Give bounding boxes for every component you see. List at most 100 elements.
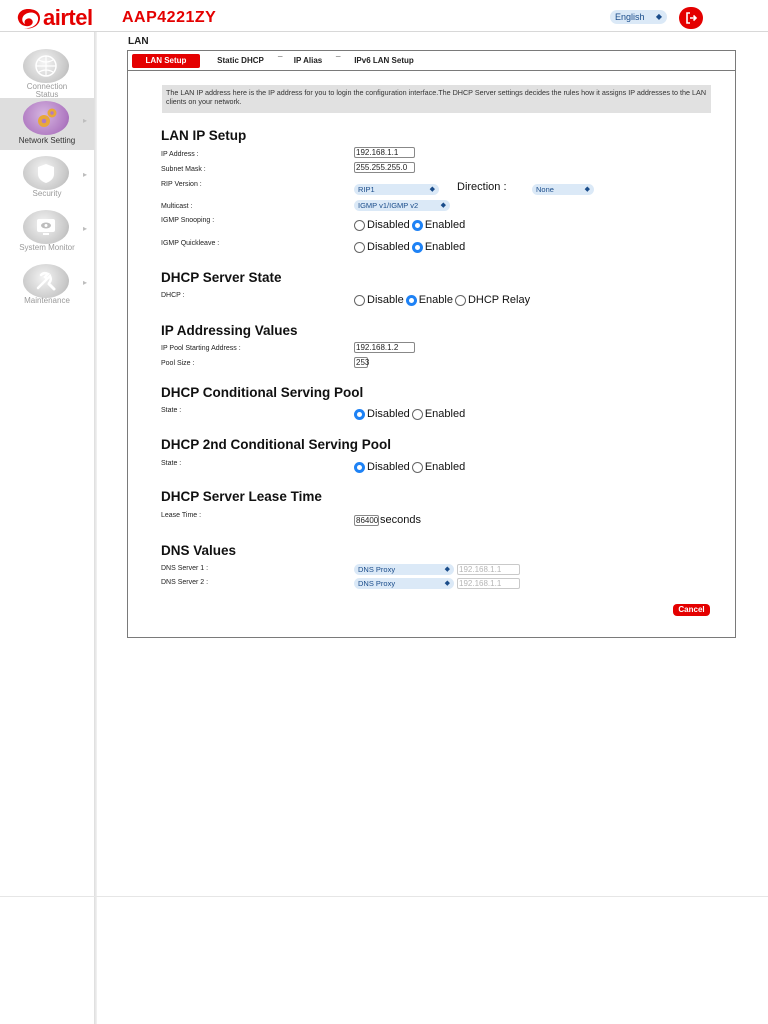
device-model: AAP4221ZY: [122, 9, 217, 26]
dhcp-disable-radio[interactable]: [354, 294, 365, 306]
shield-icon: [23, 156, 69, 190]
dns1-address-input[interactable]: 192.168.1.1: [457, 564, 520, 575]
igmp-quickleave-enabled-radio[interactable]: [411, 241, 423, 253]
page-title: LAN: [128, 36, 149, 47]
chevron-updown-icon: ◆: [440, 202, 446, 209]
radio-label: Disabled: [367, 461, 410, 473]
section-heading: DNS Values: [161, 543, 237, 558]
dns1-mode-value: DNS Proxy: [358, 565, 396, 574]
chevron-right-icon: ▸: [83, 116, 88, 125]
sidebar-item-label: Network Setting: [18, 136, 76, 145]
airtel-logo[interactable]: airtel: [14, 5, 93, 31]
header-bar: airtel AAP4221ZY English ◆: [0, 0, 768, 36]
pool-start-label: IP Pool Starting Address :: [161, 345, 241, 352]
tab-separator: _: [336, 48, 341, 57]
cancel-button[interactable]: Cancel: [673, 604, 710, 616]
cond-pool2-radio-group: Disabled Enabled: [354, 461, 467, 473]
chevron-updown-icon: ◆: [655, 12, 662, 21]
info-description: The LAN IP address here is the IP addres…: [162, 85, 711, 113]
pool-size-label: Pool Size :: [161, 360, 195, 367]
section-heading: LAN IP Setup: [161, 128, 247, 143]
dns2-mode-select[interactable]: DNS Proxy ◆: [354, 578, 454, 589]
tab-ip-alias[interactable]: IP Alias: [284, 54, 332, 68]
radio-label: Disable: [367, 294, 404, 306]
brand-name: airtel: [43, 5, 93, 30]
cond-pool2-disabled-radio[interactable]: [354, 461, 365, 473]
rip-version-select[interactable]: RIP1 ◆: [354, 184, 439, 195]
sidebar-item-system-monitor[interactable]: System Monitor ▸: [0, 208, 94, 254]
cond-pool-disabled-radio[interactable]: [354, 408, 365, 420]
tab-lan-setup[interactable]: LAN Setup: [132, 54, 200, 68]
logout-button[interactable]: [679, 7, 703, 29]
rip-version-value: RIP1: [358, 185, 375, 194]
header-divider: [0, 31, 768, 32]
igmp-snooping-disabled-radio[interactable]: [354, 219, 365, 231]
chevron-right-icon: ▸: [83, 170, 88, 179]
sidebar-item-connection-status[interactable]: Connection Status: [0, 46, 94, 99]
cond-pool-enabled-radio[interactable]: [411, 408, 423, 420]
cond-pool2-state-label: State :: [161, 460, 182, 467]
tab-static-dhcp[interactable]: Static DHCP: [208, 54, 273, 68]
radio-label: DHCP Relay: [467, 294, 531, 306]
multicast-value: IGMP v1/IGMP v2: [358, 201, 419, 210]
subnet-mask-input[interactable]: 255.255.255.0: [354, 162, 415, 173]
tools-icon: [23, 264, 69, 298]
dhcp-enable-radio[interactable]: [405, 294, 417, 306]
ip-address-label: IP Address :: [161, 151, 199, 158]
sidebar-item-security[interactable]: Security ▸: [0, 154, 94, 200]
dhcp-relay-radio[interactable]: [454, 294, 466, 306]
dhcp-mode-radio-group: Disable Enable DHCP Relay: [354, 294, 532, 306]
radio-label: Enabled: [424, 461, 466, 473]
sidebar-item-network-setting[interactable]: Network Setting ▸: [0, 98, 94, 150]
rip-version-label: RIP Version :: [161, 181, 202, 188]
sidebar-item-label: Connection Status: [26, 82, 68, 99]
radio-label: Enabled: [424, 219, 466, 231]
chevron-updown-icon: ◆: [444, 566, 450, 573]
sidebar-edge: [94, 32, 97, 1024]
direction-label: Direction :: [457, 181, 507, 193]
dns2-mode-value: DNS Proxy: [358, 579, 396, 588]
section-heading: IP Addressing Values: [161, 323, 298, 338]
lease-unit: seconds: [380, 514, 421, 526]
radio-label: Disabled: [367, 408, 410, 420]
subnet-mask-label: Subnet Mask :: [161, 166, 206, 173]
section-heading: DHCP Server Lease Time: [161, 489, 322, 504]
cond-pool2-enabled-radio[interactable]: [411, 461, 423, 473]
igmp-quickleave-label: IGMP Quickleave :: [161, 240, 220, 247]
radio-label: Disabled: [367, 219, 410, 231]
lease-time-input[interactable]: 86400: [354, 515, 379, 526]
dns2-address-input[interactable]: 192.168.1.1: [457, 578, 520, 589]
tab-bar: LAN Setup Static DHCP _ IP Alias _ IPv6 …: [128, 48, 735, 71]
sidebar-item-label: Security: [32, 189, 62, 198]
sidebar-item-label: System Monitor: [19, 243, 75, 252]
igmp-snooping-radio-group: Disabled Enabled: [354, 219, 467, 231]
pool-start-input[interactable]: 192.168.1.2: [354, 342, 415, 353]
radio-label: Enable: [418, 294, 453, 306]
radio-label: Enabled: [424, 408, 466, 420]
chevron-right-icon: ▸: [83, 278, 88, 287]
ip-address-input[interactable]: 192.168.1.1: [354, 147, 415, 158]
gears-icon: [23, 101, 69, 135]
dhcp-label: DHCP :: [161, 292, 185, 299]
sidebar-item-maintenance[interactable]: Maintenance ▸: [0, 262, 94, 308]
lease-unit-label: seconds: [380, 514, 421, 526]
dns1-label: DNS Server 1 :: [161, 565, 209, 572]
tab-ipv6-lan-setup[interactable]: IPv6 LAN Setup: [344, 54, 424, 68]
igmp-snooping-enabled-radio[interactable]: [411, 219, 423, 231]
chevron-updown-icon: ◆: [429, 186, 435, 193]
section-heading: DHCP Conditional Serving Pool: [161, 385, 364, 400]
lease-time-label: Lease Time :: [161, 512, 202, 519]
pool-size-input[interactable]: 253: [354, 357, 369, 368]
cond-pool-radio-group: Disabled Enabled: [354, 408, 467, 420]
multicast-select[interactable]: IGMP v1/IGMP v2 ◆: [354, 200, 450, 211]
dns1-mode-select[interactable]: DNS Proxy ◆: [354, 564, 454, 575]
language-select[interactable]: English ◆: [610, 10, 667, 24]
logout-icon: [686, 12, 698, 24]
radio-label: Enabled: [424, 241, 466, 253]
lan-settings-panel: LAN Setup Static DHCP _ IP Alias _ IPv6 …: [127, 48, 736, 638]
direction-select[interactable]: None ◆: [532, 184, 594, 195]
section-heading: DHCP 2nd Conditional Serving Pool: [161, 437, 392, 452]
chevron-right-icon: ▸: [83, 224, 88, 233]
igmp-quickleave-disabled-radio[interactable]: [354, 241, 365, 253]
igmp-snooping-label: IGMP Snooping :: [161, 217, 215, 224]
